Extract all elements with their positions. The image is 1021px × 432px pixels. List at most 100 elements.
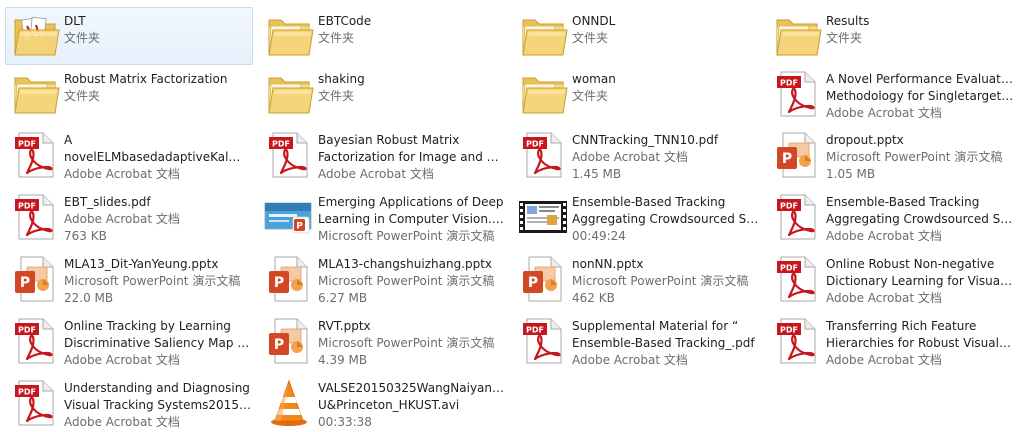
file-item[interactable]: P nonNN.pptx Microsoft PowerPoint 演示文稿 462… — [513, 250, 761, 308]
file-item-text: Online Tracking by Learning Discriminativ… — [64, 318, 252, 369]
file-type: 文件夹 — [64, 89, 101, 103]
file-name-cont: U&Princeton_HKUST.avi — [318, 398, 460, 412]
file-name: A Novel Performance Evaluation — [826, 72, 1014, 86]
folder-icon — [771, 10, 823, 62]
file-item[interactable]: woman 文件夹 — [513, 65, 761, 123]
file-size: 1.05 MB — [826, 167, 876, 181]
file-item[interactable]: PDF Transferring Rich Feature Hierarchies… — [767, 312, 1015, 370]
file-name-cont: Factorization for Image and Vi... — [318, 150, 506, 164]
file-item[interactable]: Robust Matrix Factorization 文件夹 — [5, 65, 253, 123]
svg-text:P: P — [274, 337, 284, 353]
file-item[interactable]: PDF Bayesian Robust Matrix Factorization … — [259, 126, 507, 184]
file-item[interactable]: PDF Understanding and Diagnosing Visual T… — [5, 374, 253, 432]
file-item[interactable]: ONNDL 文件夹 — [513, 7, 761, 65]
file-item-text: Transferring Rich Feature Hierarchies for… — [826, 318, 1014, 369]
file-name: Online Tracking by Learning — [64, 319, 231, 333]
video-thumb-icon — [517, 191, 569, 243]
file-size: 1.45 MB — [572, 167, 622, 181]
file-name: MLA13-changshuizhang.pptx — [318, 257, 493, 271]
file-item-text: dropout.pptx Microsoft PowerPoint 演示文稿 1.0… — [826, 132, 1014, 183]
file-item[interactable]: PDF CNNTracking_TNN10.pdf Adobe Acrobat 文… — [513, 126, 761, 184]
file-type: Adobe Acrobat 文档 — [572, 353, 688, 367]
file-item[interactable]: VALSE20150325WangNaiyan-JH U&Princeton_HK… — [259, 374, 507, 432]
file-type: Microsoft PowerPoint 演示文稿 — [572, 274, 749, 288]
file-type: Adobe Acrobat 文档 — [64, 167, 180, 181]
file-name: Robust Matrix Factorization — [64, 72, 228, 86]
file-item[interactable]: PDF AnovelELMbasedadaptiveKalma... Adobe … — [5, 126, 253, 184]
file-name-cont: Learning in Computer Vision.p... — [318, 212, 506, 226]
file-name-cont: Discriminative Saliency Map wi... — [64, 336, 252, 350]
svg-text:PDF: PDF — [780, 326, 798, 335]
folder-icon — [517, 68, 569, 120]
file-type: 文件夹 — [572, 31, 609, 45]
file-item-text: Emerging Applications of Deep Learning in… — [318, 194, 506, 245]
file-name-cont: Methodology for Singletarget ... — [826, 89, 1014, 103]
folder-icon — [9, 68, 61, 120]
file-item[interactable]: Ensemble-Based Tracking Aggregating Crowd… — [513, 188, 761, 246]
file-type: 文件夹 — [64, 31, 101, 45]
file-type: 文件夹 — [318, 89, 355, 103]
file-item[interactable]: PDF Online Robust Non-negative Dictionary… — [767, 250, 1015, 308]
file-item-text: EBT_slides.pdf Adobe Acrobat 文档 763 KB — [64, 194, 252, 245]
svg-text:PDF: PDF — [780, 264, 798, 273]
file-type: Microsoft PowerPoint 演示文稿 — [318, 336, 495, 350]
pdf-icon: PDF — [9, 377, 61, 429]
file-type: Adobe Acrobat 文档 — [64, 415, 180, 429]
file-type: Adobe Acrobat 文档 — [572, 150, 688, 164]
file-name: dropout.pptx — [826, 133, 904, 147]
file-type: Microsoft PowerPoint 演示文稿 — [64, 274, 241, 288]
file-name: woman — [572, 72, 616, 86]
file-item-text: Ensemble-Based Tracking Aggregating Crowd… — [826, 194, 1014, 245]
file-item[interactable]: P MLA13_Dit-YanYeung.pptx Microsoft Power… — [5, 250, 253, 308]
file-item[interactable]: DLT 文件夹 — [5, 7, 253, 65]
file-type: Adobe Acrobat 文档 — [826, 291, 942, 305]
file-item[interactable]: PDF Supplemental Material for “ Ensemble-… — [513, 312, 761, 370]
pptx-icon: P — [263, 315, 315, 367]
file-item[interactable]: P RVT.pptx Microsoft PowerPoint 演示文稿 4.39 … — [259, 312, 507, 370]
file-item[interactable]: Results 文件夹 — [767, 7, 1015, 65]
file-size: 6.27 MB — [318, 291, 368, 305]
file-item[interactable]: P dropout.pptx Microsoft PowerPoint 演示文稿 1… — [767, 126, 1015, 184]
file-item[interactable]: PDF EBT_slides.pdf Adobe Acrobat 文档 763 KB — [5, 188, 253, 246]
pptx-icon: P — [771, 129, 823, 181]
file-name: MLA13_Dit-YanYeung.pptx — [64, 257, 219, 271]
svg-text:PDF: PDF — [18, 140, 36, 149]
file-type: Adobe Acrobat 文档 — [318, 167, 434, 181]
file-item[interactable]: P Emerging Applications of Deep Learning … — [259, 188, 507, 246]
file-item-text: Results 文件夹 — [826, 13, 1014, 47]
file-item[interactable]: PDF Ensemble-Based Tracking Aggregating C… — [767, 188, 1015, 246]
svg-text:PDF: PDF — [18, 388, 36, 397]
svg-text:P: P — [296, 222, 303, 232]
file-item-text: AnovelELMbasedadaptiveKalma... Adobe Acro… — [64, 132, 252, 183]
file-name: RVT.pptx — [318, 319, 371, 333]
svg-text:PDF: PDF — [18, 202, 36, 211]
file-item[interactable]: shaking 文件夹 — [259, 65, 507, 123]
file-type: 文件夹 — [572, 89, 609, 103]
file-item-text: Supplemental Material for “ Ensemble-Base… — [572, 318, 760, 369]
file-name-cont: Hierarchies for Robust Visual ... — [826, 336, 1014, 350]
pdf-icon: PDF — [517, 315, 569, 367]
file-name: shaking — [318, 72, 365, 86]
pdf-icon: PDF — [771, 315, 823, 367]
pdf-icon: PDF — [9, 129, 61, 181]
file-type: Adobe Acrobat 文档 — [826, 106, 942, 120]
file-item-text: Bayesian Robust Matrix Factorization for … — [318, 132, 506, 183]
file-type: 00:33:38 — [318, 415, 372, 429]
folder-icon — [263, 10, 315, 62]
file-type: Adobe Acrobat 文档 — [826, 353, 942, 367]
file-type: 文件夹 — [318, 31, 355, 45]
file-type: Adobe Acrobat 文档 — [826, 229, 942, 243]
file-item[interactable]: PDF Online Tracking by Learning Discrimin… — [5, 312, 253, 370]
file-size: 763 KB — [64, 229, 107, 243]
file-name-cont: Aggregating Crowdsourced St... — [572, 212, 760, 226]
file-name: Bayesian Robust Matrix — [318, 133, 460, 147]
file-item-text: Online Robust Non-negative Dictionary Lea… — [826, 256, 1014, 307]
file-name: Online Robust Non-negative — [826, 257, 995, 271]
file-name: Results — [826, 14, 870, 28]
svg-text:PDF: PDF — [18, 326, 36, 335]
file-item[interactable]: P MLA13-changshuizhang.pptx Microsoft Pow… — [259, 250, 507, 308]
file-item-text: A Novel Performance Evaluation Methodolog… — [826, 71, 1014, 122]
file-item[interactable]: PDF A Novel Performance Evaluation Method… — [767, 65, 1015, 123]
file-item[interactable]: EBTCode 文件夹 — [259, 7, 507, 65]
file-name: Transferring Rich Feature — [826, 319, 977, 333]
